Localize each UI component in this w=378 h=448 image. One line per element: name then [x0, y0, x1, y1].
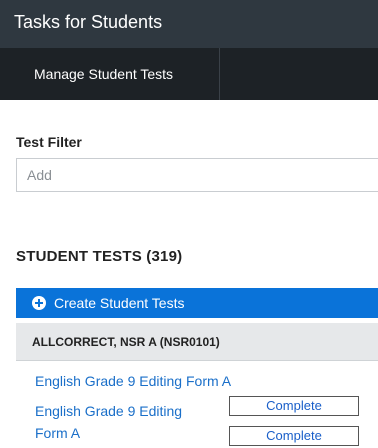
student-group-row[interactable]: ALLCORRECT, NSR A (NSR0101) [16, 323, 378, 361]
student-tests-heading: STUDENT TESTS (319) [16, 248, 183, 265]
create-student-tests-button[interactable]: Create Student Tests [16, 288, 378, 318]
status-badge: Complete [229, 396, 359, 416]
student-name: ALLCORRECT, NSR A (NSR0101) [32, 335, 220, 349]
status-badge: Complete [229, 426, 359, 446]
page-title: Tasks for Students [14, 12, 163, 32]
test-link-1[interactable]: English Grade 9 Editing Form A [35, 370, 231, 392]
sub-navigation: Manage Student Tests [0, 48, 378, 100]
test-link-2-line2[interactable]: Form A [35, 422, 80, 444]
tab-manage-student-tests[interactable]: Manage Student Tests [18, 48, 220, 100]
tab-label: Manage Student Tests [34, 66, 174, 82]
plus-circle-icon [32, 296, 46, 310]
app-header: Tasks for Students [0, 0, 378, 48]
test-filter-input[interactable] [16, 158, 378, 192]
test-link-2-line1[interactable]: English Grade 9 Editing [35, 400, 182, 422]
test-filter-label: Test Filter [16, 134, 82, 150]
create-student-tests-label: Create Student Tests [54, 295, 185, 311]
